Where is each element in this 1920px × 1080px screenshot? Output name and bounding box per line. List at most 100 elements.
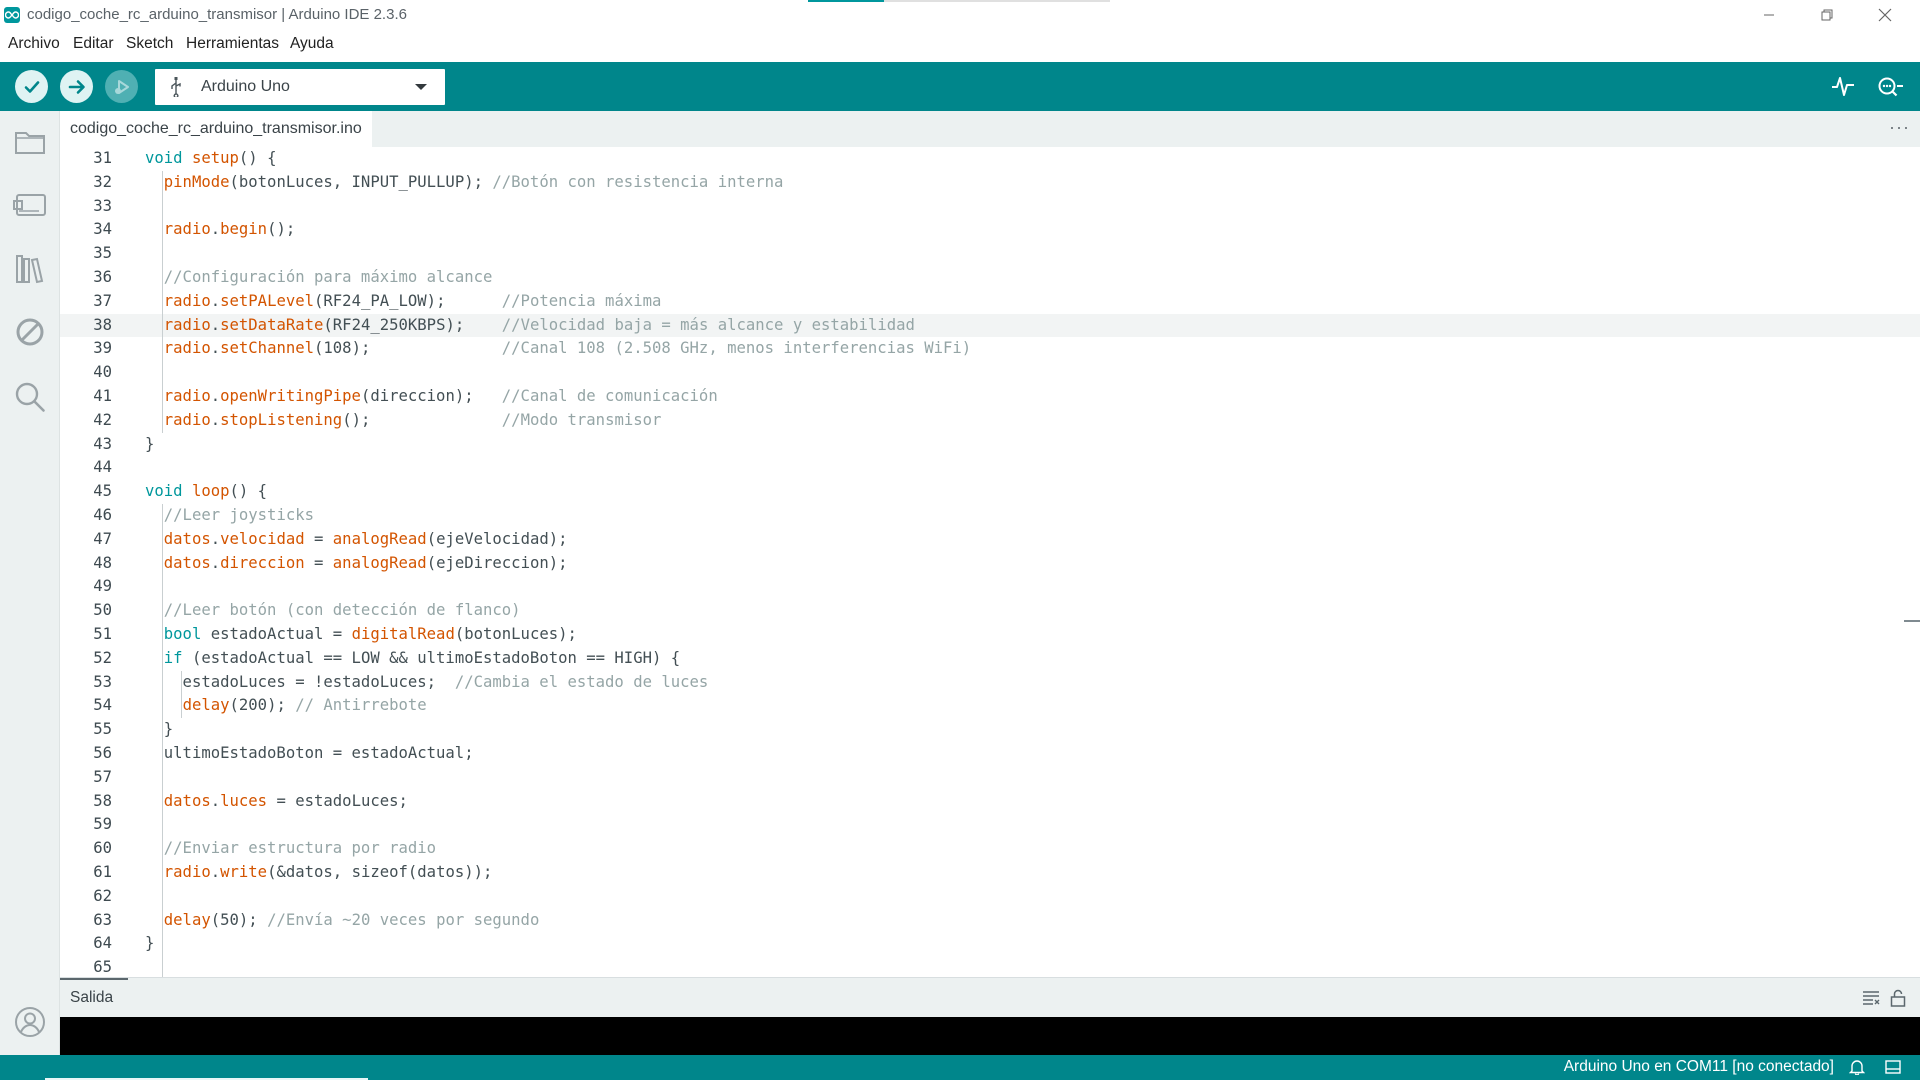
code-token: (estadoActual == LOW && ultimoEstadoBoto… xyxy=(182,648,681,667)
code-token: openWritingPipe xyxy=(220,387,361,405)
debug-panel-button[interactable] xyxy=(12,314,48,350)
code-line[interactable]: 38 radio.setDataRate(RF24_250KBPS); //Ve… xyxy=(60,313,1920,338)
code-token: estadoLuces = !estadoLuces; xyxy=(145,672,455,691)
line-number: 63 xyxy=(93,910,112,929)
account-button[interactable] xyxy=(12,1004,48,1040)
code-token: (50); xyxy=(210,910,268,929)
code-line[interactable]: 65 xyxy=(60,956,1920,977)
code-token: . xyxy=(210,291,221,310)
code-text: radio.write(&datos, sizeof(datos)); xyxy=(145,861,493,885)
code-line[interactable]: 42 radio.stopListening(); //Modo transmi… xyxy=(60,409,1920,433)
menu-sketch[interactable]: Sketch xyxy=(126,35,173,53)
code-line[interactable]: 63 delay(50); //Envía ~20 veces por segu… xyxy=(60,909,1920,933)
code-token: } xyxy=(145,934,155,953)
code-line[interactable]: 54 delay(200); // Antirrebote xyxy=(60,694,1920,718)
code-line[interactable]: 55 } xyxy=(60,718,1920,742)
title-progress-fill xyxy=(808,0,884,2)
code-line[interactable]: 45 void loop() { xyxy=(60,480,1920,504)
code-line[interactable]: 37 radio.setPALevel(RF24_PA_LOW); //Pote… xyxy=(60,290,1920,314)
code-line[interactable]: 33 xyxy=(60,195,1920,219)
code-text: //Leer joysticks xyxy=(145,504,314,528)
minimize-icon[interactable] xyxy=(1740,0,1798,30)
code-line[interactable]: 40 xyxy=(60,361,1920,385)
code-line[interactable]: 36 //Configuración para máximo alcance xyxy=(60,266,1920,290)
code-line[interactable]: 32 pinMode(botonLuces, INPUT_PULLUP); //… xyxy=(60,171,1920,195)
restore-icon[interactable] xyxy=(1798,0,1856,30)
code-line[interactable]: 61 radio.write(&datos, sizeof(datos)); xyxy=(60,861,1920,885)
code-line[interactable]: 57 xyxy=(60,766,1920,790)
code-line[interactable]: 41 radio.openWritingPipe(direccion); //C… xyxy=(60,385,1920,409)
code-line[interactable]: 31 void setup() { xyxy=(60,147,1920,171)
code-text: //Leer botón (con detección de flanco) xyxy=(145,599,521,623)
debug-button[interactable] xyxy=(105,70,138,103)
code-line[interactable]: 53 estadoLuces = !estadoLuces; //Cambia … xyxy=(60,671,1920,695)
line-number: 47 xyxy=(93,529,112,548)
line-number: 40 xyxy=(93,363,112,382)
output-toolbar xyxy=(1862,989,1906,1007)
debug-disabled-icon xyxy=(16,318,44,346)
code-line[interactable]: 56 ultimoEstadoBoton = estadoActual; xyxy=(60,742,1920,766)
tab-sketch-file[interactable]: codigo_coche_rc_arduino_transmisor.ino xyxy=(60,111,372,147)
line-number: 53 xyxy=(93,672,112,691)
code-line[interactable]: 49 xyxy=(60,575,1920,599)
code-line[interactable]: 39 radio.setChannel(108); //Canal 108 (2… xyxy=(60,337,1920,361)
verify-button[interactable] xyxy=(15,70,48,103)
code-line[interactable]: 43} xyxy=(60,433,1920,457)
bell-icon[interactable] xyxy=(1849,1059,1865,1075)
code-token: radio xyxy=(163,339,211,358)
code-token: //Envía ~20 veces por segundo xyxy=(267,910,540,929)
code-line[interactable]: 46 //Leer joysticks xyxy=(60,504,1920,528)
more-options-icon[interactable]: ··· xyxy=(1889,117,1910,138)
scrollbar-marker[interactable] xyxy=(1904,620,1920,622)
code-line[interactable]: 60 //Enviar estructura por radio xyxy=(60,837,1920,861)
code-text: } xyxy=(145,433,154,457)
line-number: 49 xyxy=(93,577,112,596)
code-line[interactable]: 50 //Leer botón (con detección de flanco… xyxy=(60,599,1920,623)
menu-archivo[interactable]: Archivo xyxy=(8,35,60,53)
code-line[interactable]: 44 xyxy=(60,456,1920,480)
code-token: . xyxy=(210,315,221,334)
line-number: 65 xyxy=(93,958,112,977)
code-line[interactable]: 62 xyxy=(60,885,1920,909)
sketchbook-button[interactable] xyxy=(12,124,48,160)
line-number: 57 xyxy=(93,767,112,786)
code-token: if xyxy=(163,648,183,667)
output-header: Salida xyxy=(60,977,1920,1017)
serial-monitor-button[interactable] xyxy=(1875,75,1905,102)
search-icon xyxy=(15,382,45,412)
upload-button[interactable] xyxy=(60,70,93,103)
menu-ayuda[interactable]: Ayuda xyxy=(290,35,334,53)
output-console[interactable] xyxy=(60,1017,1920,1055)
clear-output-icon[interactable] xyxy=(1862,989,1880,1005)
menu-editar[interactable]: Editar xyxy=(73,35,114,53)
menu-herramientas[interactable]: Herramientas xyxy=(186,35,279,53)
line-number: 55 xyxy=(93,720,112,739)
code-token: //Modo transmisor xyxy=(501,410,662,429)
close-icon[interactable] xyxy=(1856,0,1914,30)
code-line[interactable]: 47 datos.velocidad = analogRead(ejeVeloc… xyxy=(60,528,1920,552)
code-line[interactable]: 59 xyxy=(60,813,1920,837)
search-button[interactable] xyxy=(12,379,48,415)
lock-icon[interactable] xyxy=(1890,989,1906,1007)
code-line[interactable]: 51 bool estadoActual = digitalRead(boton… xyxy=(60,623,1920,647)
board-manager-button[interactable] xyxy=(12,187,48,223)
line-number: 59 xyxy=(93,815,112,834)
code-editor[interactable]: 65 64} 63 delay(50); //Envía ~20 veces por… xyxy=(60,147,1920,977)
output-label[interactable]: Salida xyxy=(70,989,113,1007)
code-line[interactable]: 35 xyxy=(60,242,1920,266)
serial-plotter-button[interactable] xyxy=(1831,75,1855,102)
panel-toggle-icon[interactable] xyxy=(1885,1059,1901,1075)
board-selector[interactable]: Arduino Uno xyxy=(155,69,445,105)
code-text: delay(200); // Antirrebote xyxy=(145,694,427,718)
code-line[interactable]: 34 radio.begin(); xyxy=(60,218,1920,242)
library-manager-button[interactable] xyxy=(12,251,48,287)
code-line[interactable]: 52 if (estadoActual == LOW && ultimoEsta… xyxy=(60,647,1920,671)
board-status[interactable]: Arduino Uno en COM11 [no conectado] xyxy=(1564,1058,1834,1076)
code-line[interactable]: 64} xyxy=(60,932,1920,956)
folder-icon xyxy=(15,132,45,154)
code-line[interactable]: 48 datos.direccion = analogRead(ejeDirec… xyxy=(60,552,1920,576)
code-line[interactable]: 58 datos.luces = estadoLuces; xyxy=(60,790,1920,814)
